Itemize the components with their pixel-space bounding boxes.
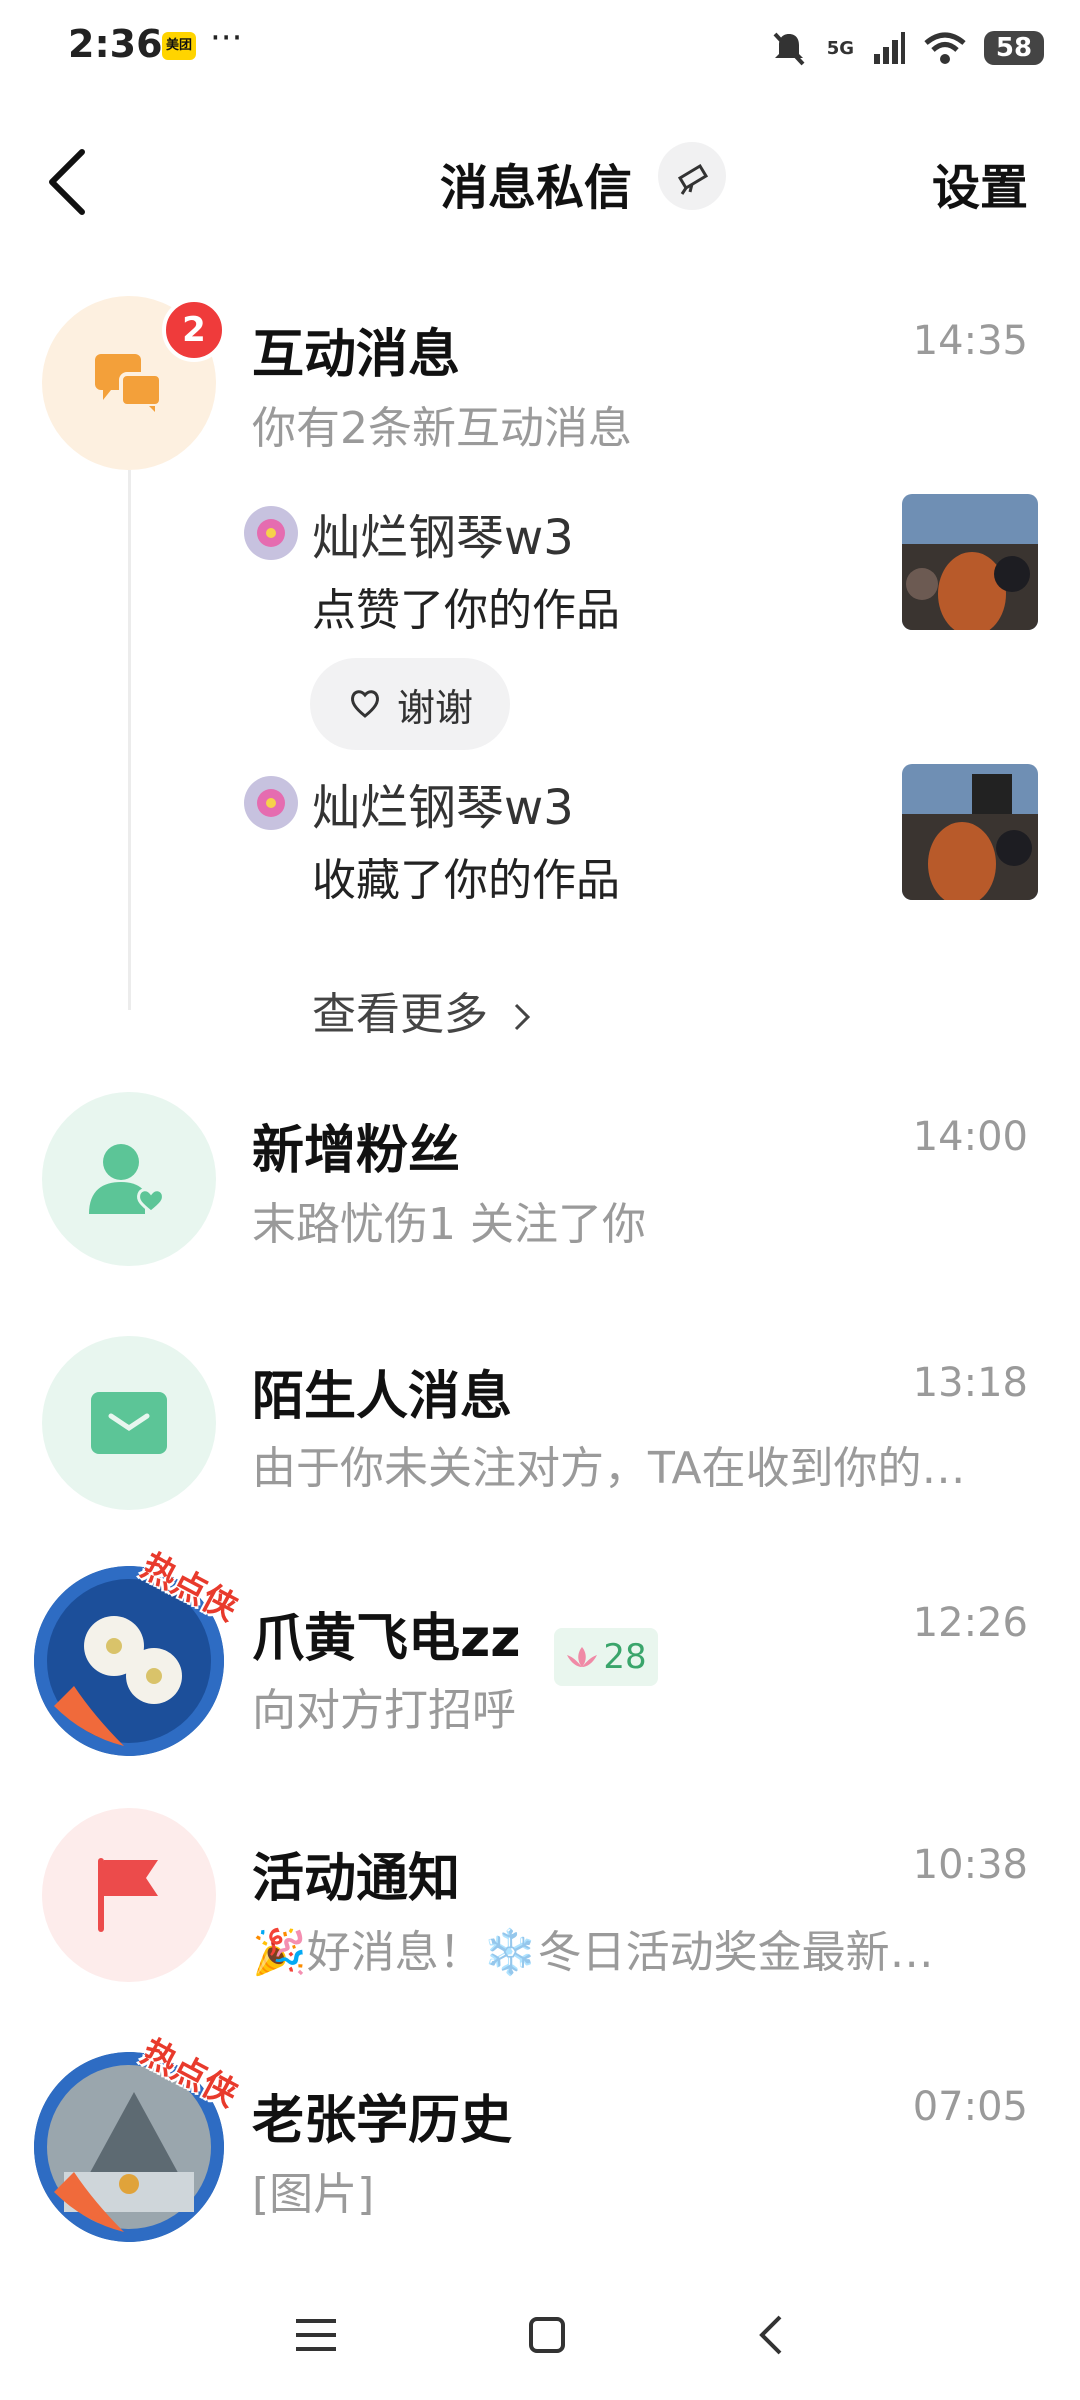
level-number: 28 [603,1637,647,1677]
activity-notice-subtitle: 🎉好消息！❄️冬日活动奖金最新… [252,1927,934,1978]
status-icons: 5G 58 [769,28,1044,68]
interaction-messages-time: 14:35 [912,318,1028,364]
broom-icon [677,163,709,195]
interaction-user-name[interactable]: 灿烂钢琴w3 [312,768,574,838]
photo-thumbnail-image [902,494,1038,630]
new-fans-subtitle: 末路忧伤1 关注了你 [252,1199,646,1250]
interaction-action-text: 点赞了你的作品 [312,585,620,636]
thanks-label: 谢谢 [396,685,473,730]
home-icon[interactable] [527,2315,567,2355]
lotus-icon [567,1647,598,1667]
chat-subtitle: [图片] [252,2169,375,2220]
more-notifications-icon: ··· [210,18,243,58]
chat-title[interactable]: 爪黄飞电zz [252,1596,521,1671]
flower-avatar-icon [244,506,298,560]
interaction-user-name[interactable]: 灿烂钢琴w3 [312,498,574,568]
new-fans-time: 14:00 [912,1114,1028,1160]
chat-time: 07:05 [912,2084,1028,2130]
interaction-messages-title[interactable]: 互动消息 [252,312,460,387]
see-more-link[interactable]: 查看更多 [312,978,534,1042]
user-avatar[interactable] [244,506,298,560]
chat-subtitle: 向对方打招呼 [252,1685,516,1736]
interaction-messages-subtitle: 你有2条新互动消息 [252,403,632,454]
back-arrow-icon [49,149,85,215]
page-title: 消息私信 [440,160,633,216]
status-time: 2:36 [68,22,163,66]
chat-title[interactable]: 老张学历史 [252,2078,512,2153]
work-thumbnail[interactable] [902,764,1038,900]
flag-icon [98,1858,158,1932]
network-5g-label: 5G [826,37,854,59]
meituan-app-icon: 美团 [162,32,196,60]
stranger-messages-avatar[interactable] [42,1336,216,1510]
heart-hand-icon [351,690,379,718]
system-nav-bar [0,2270,1080,2400]
thanks-button[interactable]: 谢谢 [310,658,510,750]
chat-bubbles-icon [95,354,163,412]
work-thumbnail[interactable] [902,494,1038,630]
interaction-action-text: 收藏了你的作品 [312,855,620,906]
new-fans-title[interactable]: 新增粉丝 [252,1108,460,1183]
photo-thumbnail-image [902,764,1038,900]
back-icon[interactable] [756,2313,786,2357]
stranger-messages-subtitle: 由于你未关注对方，TA在收到你的… [252,1443,966,1494]
menu-icon[interactable] [294,2315,338,2355]
back-button[interactable] [44,142,94,222]
battery-indicator: 58 [984,31,1044,65]
thread-divider [128,470,131,1010]
chevron-right-icon [514,1003,531,1031]
activity-notice-title[interactable]: 活动通知 [252,1836,460,1911]
activity-notice-avatar[interactable] [42,1808,216,1982]
clear-unread-button[interactable] [658,142,726,210]
wifi-icon [924,32,966,64]
activity-notice-time: 10:38 [912,1842,1028,1888]
signal-icon [874,32,905,64]
flower-avatar-icon [244,776,298,830]
new-fans-avatar[interactable] [42,1092,216,1266]
stranger-messages-time: 13:18 [912,1360,1028,1406]
mute-icon [773,32,805,66]
unread-badge: 2 [162,298,226,362]
user-avatar[interactable] [244,776,298,830]
settings-button[interactable]: 设置 [932,148,1028,218]
envelope-icon [91,1392,167,1454]
see-more-label: 查看更多 [312,989,488,1040]
user-heart-icon [89,1144,165,1214]
stranger-messages-title[interactable]: 陌生人消息 [252,1354,512,1429]
chat-time: 12:26 [912,1600,1028,1646]
